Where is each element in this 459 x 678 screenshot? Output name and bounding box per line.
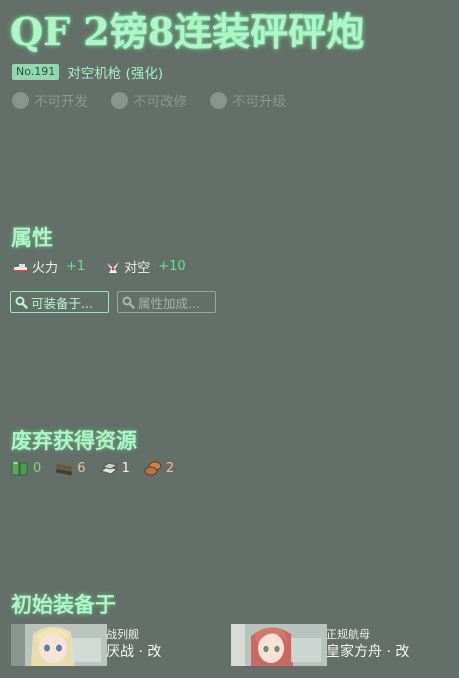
ship-card-ark-royal[interactable]: 正规航母 皇家方舟 · 改 — [231, 624, 451, 666]
firepower-icon — [14, 263, 28, 272]
equipment-name: QF 2镑8连装砰砰炮 — [10, 9, 365, 54]
ship-type: 正规航母 — [326, 628, 370, 641]
resource-fuel: 0 — [11, 461, 41, 476]
button-label: 属性加成... — [138, 295, 200, 311]
ship-card-warspite[interactable]: 战列舰 厌战 · 改 — [11, 624, 231, 666]
ship-name: 皇家方舟 · 改 — [326, 644, 410, 660]
resource-value: 1 — [121, 461, 130, 476]
flag-label: 不可升级 — [232, 94, 286, 110]
resource-bauxite: 2 — [144, 461, 174, 476]
flag-indicator-icon — [111, 91, 128, 109]
attributes-heading: 属性 — [11, 225, 53, 250]
resource-ammo: 6 — [55, 461, 86, 476]
flag-label: 不可改修 — [133, 94, 187, 110]
resource-value: 6 — [77, 461, 86, 476]
scrap-resources: 0 6 1 2 — [11, 461, 188, 476]
flag-develop: 不可开发 — [12, 90, 88, 110]
flag-upgrade: 不可升级 — [210, 90, 286, 110]
resource-value: 2 — [165, 461, 175, 476]
attribute-actions: 可装备于... 属性加成... — [10, 291, 224, 313]
stat-label: 对空 — [124, 261, 151, 276]
equipment-meta: No.191 对空机枪 (强化) — [12, 63, 164, 82]
availability-flags: 不可开发 不可改修 不可升级 — [12, 90, 309, 110]
ammo-icon — [56, 463, 73, 476]
ship-info: 正规航母 皇家方舟 · 改 — [326, 627, 409, 660]
equipment-number-badge: No.191 — [12, 64, 60, 80]
stat-list: 火力 +1 对空 +10 — [13, 257, 206, 276]
initial-equip-heading: 初始装备于 — [11, 592, 116, 617]
scrap-heading: 废弃获得资源 — [11, 428, 137, 453]
fuel-icon — [11, 462, 28, 476]
resource-steel: 1 — [99, 461, 130, 476]
ship-portrait — [231, 624, 327, 666]
flag-label: 不可开发 — [34, 94, 88, 110]
search-icon — [122, 296, 135, 309]
stat-label: 火力 — [32, 261, 59, 276]
anti-air-icon — [107, 261, 120, 273]
ship-type: 战列舰 — [106, 628, 139, 641]
button-label: 可装备于... — [31, 295, 93, 311]
equippable-by-button[interactable]: 可装备于... — [10, 291, 109, 313]
stat-bonus-button[interactable]: 属性加成... — [117, 291, 216, 313]
search-icon — [15, 296, 28, 309]
stat-firepower: 火力 +1 — [13, 257, 85, 276]
ship-info: 战列舰 厌战 · 改 — [106, 627, 161, 660]
stat-value: +1 — [66, 259, 86, 274]
ship-name: 厌战 · 改 — [106, 644, 162, 660]
flag-indicator-icon — [12, 91, 29, 109]
equipment-type: 对空机枪 (强化) — [67, 66, 164, 82]
flag-indicator-icon — [210, 91, 227, 109]
bauxite-icon — [144, 461, 162, 476]
stat-anti-air: 对空 +10 — [105, 257, 186, 276]
steel-icon — [99, 462, 118, 475]
ship-portrait — [11, 624, 107, 666]
flag-improve: 不可改修 — [111, 90, 187, 110]
initial-ship-list: 战列舰 厌战 · 改 正规航母 皇家方舟 · 改 — [11, 624, 451, 666]
stat-value: +10 — [158, 259, 186, 274]
resource-value: 0 — [33, 461, 42, 476]
